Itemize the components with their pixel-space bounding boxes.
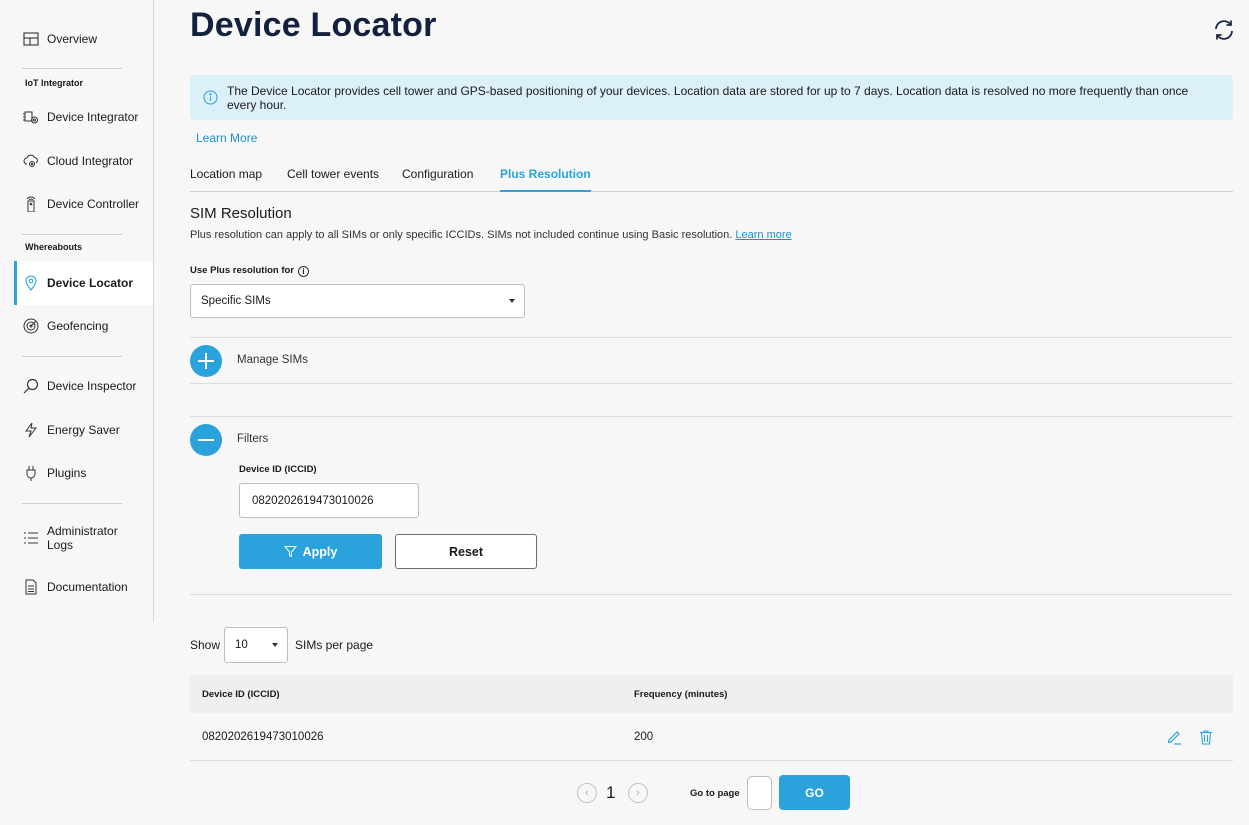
sidebar-item-label: Geofencing (47, 319, 109, 333)
learn-more-link[interactable]: Learn More (196, 131, 257, 145)
next-page-icon[interactable]: › (628, 783, 648, 803)
sidebar-item-label: Device Locator (47, 276, 134, 290)
cloud-gear-icon (23, 153, 39, 169)
sidebar-item-label: Device Controller (47, 197, 140, 211)
layout-icon (23, 31, 39, 47)
sidebar-item-device-inspector[interactable]: Device Inspector (14, 366, 153, 406)
section-label-whereabouts: Whereabouts (25, 242, 83, 252)
chevron-down-icon (509, 299, 515, 303)
lightning-icon (23, 422, 39, 438)
show-label: Show (190, 638, 221, 652)
per-page-select[interactable]: 10 (224, 627, 288, 663)
magnifier-icon (23, 378, 39, 394)
sidebar-item-plugins[interactable]: Plugins (14, 453, 153, 493)
sidebar-item-energy-saver[interactable]: Energy Saver (14, 410, 153, 450)
label-line-1: Administrator (47, 524, 118, 538)
tab-bar: Location map Cell tower events Configura… (190, 160, 1233, 192)
chip-gear-icon (23, 109, 39, 125)
sidebar-item-label: Plugins (47, 466, 87, 480)
remote-icon (23, 196, 39, 212)
cell-frequency: 200 (634, 731, 654, 743)
sidebar-item-label: Device Integrator (47, 110, 139, 124)
divider (22, 234, 122, 235)
description-text: Plus resolution can apply to all SIMs or… (190, 229, 733, 241)
list-icon (23, 530, 39, 546)
learn-more-link[interactable]: Learn more (735, 229, 791, 241)
collapse-filters-button[interactable] (190, 424, 222, 456)
prev-page-icon[interactable]: ‹ (577, 783, 597, 803)
sidebar-item-cloud-integrator[interactable]: Cloud Integrator (14, 141, 153, 181)
sidebar: Overview IoT Integrator Device Integrato… (0, 0, 154, 622)
filters-label: Filters (237, 433, 269, 445)
apply-label: Apply (302, 544, 338, 559)
divider (190, 416, 1233, 417)
sidebar-item-device-locator[interactable]: Device Locator (14, 261, 153, 305)
refresh-icon[interactable] (1211, 17, 1237, 43)
use-plus-select[interactable]: Specific SIMs (190, 284, 525, 318)
current-page[interactable]: 1 (606, 783, 615, 803)
device-id-input[interactable] (239, 483, 419, 518)
expand-manage-sims-button[interactable] (190, 345, 222, 377)
column-header-device-id[interactable]: Device ID (ICCID) (202, 689, 280, 700)
table-row: 0820202619473010026 200 (190, 713, 1233, 761)
divider (22, 503, 122, 504)
table-header: Device ID (ICCID) Frequency (minutes) (190, 675, 1233, 713)
apply-button[interactable]: Apply (239, 534, 382, 569)
divider (22, 356, 122, 357)
column-header-frequency[interactable]: Frequency (minutes) (634, 689, 727, 700)
edit-icon[interactable] (1166, 729, 1182, 745)
sidebar-item-documentation[interactable]: Documentation (14, 567, 153, 607)
sidebar-item-label: Device Inspector (47, 379, 137, 393)
reset-button[interactable]: Reset (395, 534, 537, 569)
section-description: Plus resolution can apply to all SIMs or… (190, 229, 792, 241)
use-plus-label: Use Plus resolution for i (190, 265, 309, 277)
location-pin-icon (23, 275, 39, 291)
manage-sims-label: Manage SIMs (237, 354, 308, 366)
use-plus-select-value: Specific SIMs (201, 295, 271, 307)
radar-icon (23, 318, 39, 334)
plug-icon (23, 465, 39, 481)
minus-icon (198, 439, 214, 441)
section-title: SIM Resolution (190, 205, 292, 222)
sidebar-item-label: Overview (47, 32, 98, 46)
divider (190, 337, 1233, 338)
sidebar-item-label: Documentation (47, 580, 128, 594)
divider (22, 68, 122, 69)
trash-icon[interactable] (1198, 729, 1214, 745)
document-icon (23, 579, 39, 595)
go-button[interactable]: GO (779, 775, 850, 810)
sidebar-item-device-integrator[interactable]: Device Integrator (14, 97, 153, 137)
cell-device-id: 0820202619473010026 (202, 731, 324, 743)
sidebar-item-admin-logs[interactable]: Administrator Logs (14, 518, 153, 558)
sidebar-item-label: Administrator Logs (47, 524, 118, 552)
sidebar-item-overview[interactable]: Overview (14, 19, 153, 59)
tab-configuration[interactable]: Configuration (402, 167, 473, 192)
section-label-iot: IoT Integrator (25, 78, 83, 88)
goto-page-label: Go to page (690, 788, 740, 799)
sidebar-item-label: Energy Saver (47, 423, 120, 437)
sidebar-item-device-controller[interactable]: Device Controller (14, 184, 153, 224)
chevron-down-icon (272, 643, 278, 647)
goto-page-input[interactable] (747, 776, 772, 810)
device-id-label: Device ID (ICCID) (239, 464, 317, 475)
tab-plus-resolution[interactable]: Plus Resolution (500, 167, 591, 192)
info-icon[interactable]: i (298, 266, 309, 277)
info-banner-text: The Device Locator provides cell tower a… (227, 84, 1189, 112)
info-banner: The Device Locator provides cell tower a… (190, 75, 1233, 120)
plus-icon-stem (205, 353, 207, 369)
tab-cell-tower-events[interactable]: Cell tower events (287, 167, 379, 192)
divider (190, 383, 1233, 384)
tab-location-map[interactable]: Location map (190, 167, 262, 192)
page-title: Device Locator (190, 6, 437, 44)
info-icon (203, 90, 218, 105)
divider (190, 594, 1233, 595)
per-page-value: 10 (235, 639, 248, 651)
label-line-2: Logs (47, 538, 74, 552)
use-plus-label-text: Use Plus resolution for (190, 265, 294, 276)
per-page-suffix: SIMs per page (295, 638, 374, 652)
sidebar-item-geofencing[interactable]: Geofencing (14, 306, 153, 346)
sidebar-item-label: Cloud Integrator (47, 154, 134, 168)
